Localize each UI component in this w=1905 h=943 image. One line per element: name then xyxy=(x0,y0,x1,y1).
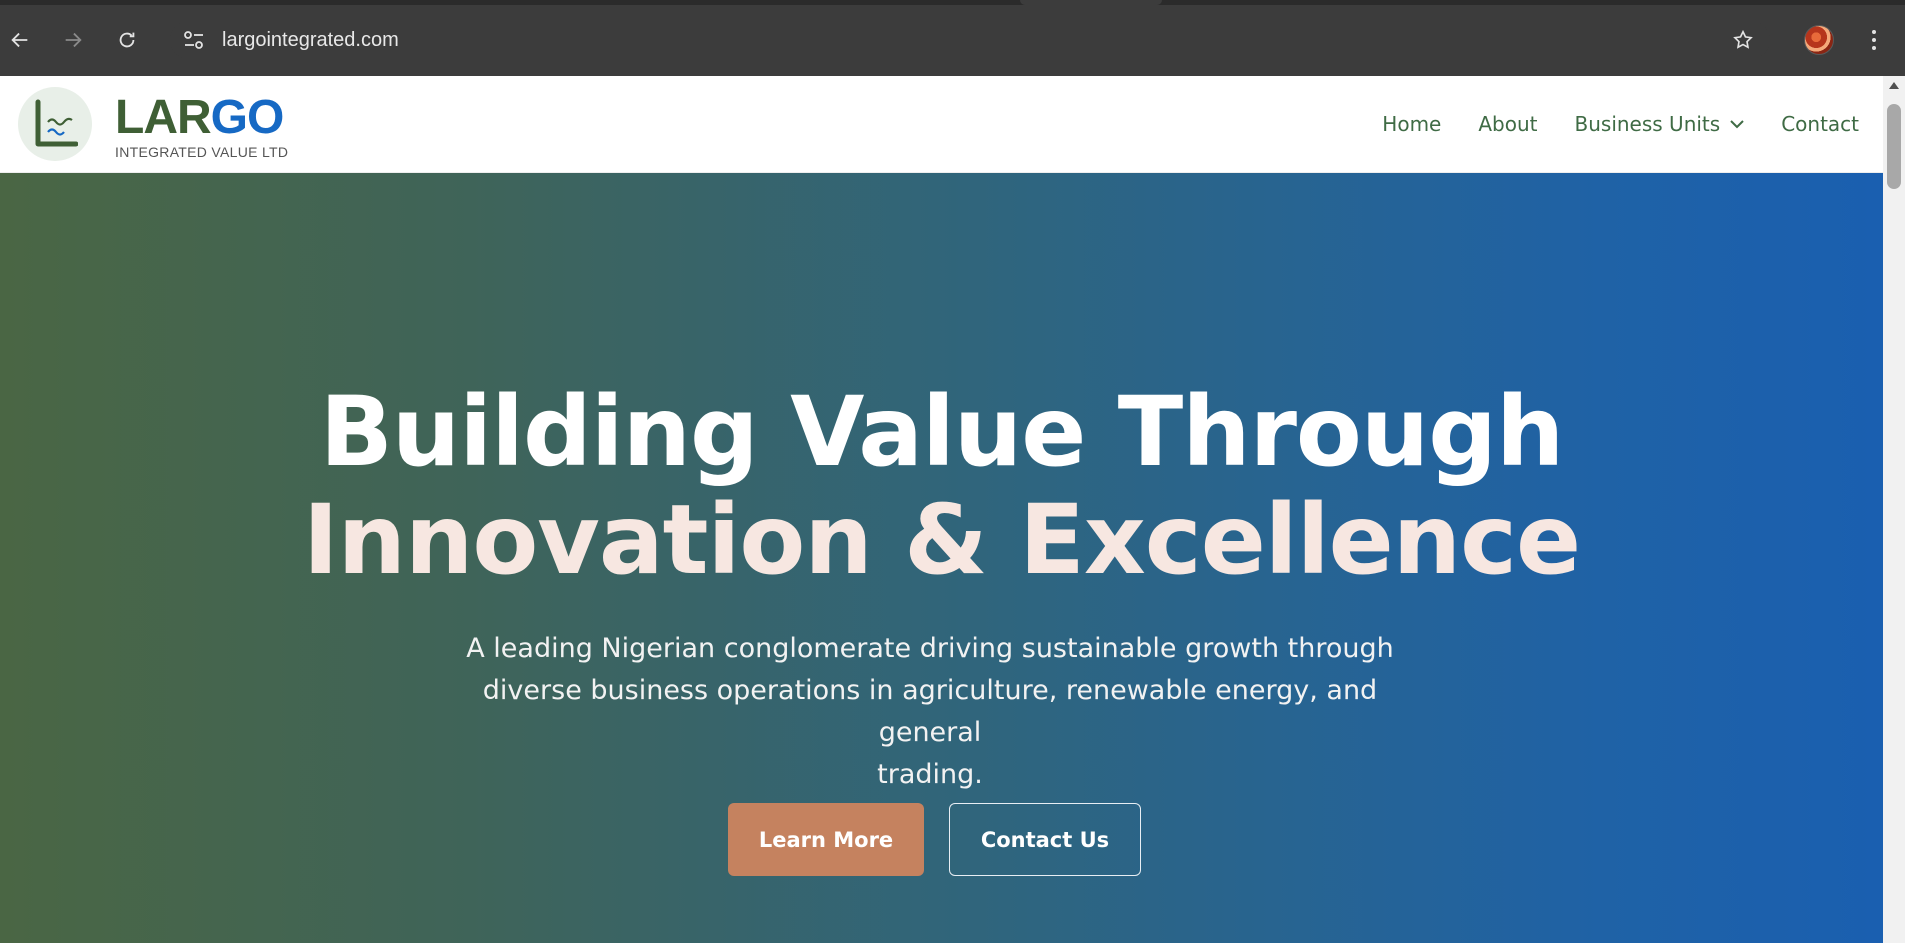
nav-about-label: About xyxy=(1478,112,1538,136)
hero-subtitle-line2: diverse business operations in agricultu… xyxy=(482,675,1378,748)
brand-logo[interactable]: LARGO INTEGRATED VALUE LTD xyxy=(115,94,289,161)
learn-more-button[interactable]: Learn More xyxy=(728,803,924,876)
brand-name-lar: LAR xyxy=(115,91,212,144)
page-viewport: LARGO INTEGRATED VALUE LTD Home About Bu… xyxy=(0,76,1883,943)
brand-name-go: GO xyxy=(210,91,285,144)
brand-tagline: INTEGRATED VALUE LTD xyxy=(115,144,289,160)
address-bar[interactable]: largointegrated.com xyxy=(170,21,1770,59)
more-vert-icon[interactable] xyxy=(1858,24,1890,56)
nav-home-label: Home xyxy=(1382,112,1442,136)
star-icon[interactable] xyxy=(1727,24,1759,56)
hero-title-line2: Innovation & Excellence xyxy=(302,484,1581,596)
hero-subtitle-line1: A leading Nigerian conglomerate driving … xyxy=(466,633,1394,664)
page-scrollbar[interactable] xyxy=(1883,76,1905,943)
scroll-up-arrow-icon[interactable] xyxy=(1889,82,1899,89)
reload-icon[interactable] xyxy=(111,24,143,56)
forward-arrow-icon[interactable] xyxy=(57,24,89,56)
site-header: LARGO INTEGRATED VALUE LTD Home About Bu… xyxy=(0,76,1883,173)
hero-subtitle: A leading Nigerian conglomerate driving … xyxy=(430,628,1430,796)
url-text[interactable]: largointegrated.com xyxy=(222,29,399,52)
brand-name: LARGO xyxy=(115,94,288,142)
hero-title-line1: Building Value Through xyxy=(319,376,1565,488)
contact-us-button[interactable]: Contact Us xyxy=(949,803,1141,876)
active-tab[interactable] xyxy=(1020,0,1162,5)
browser-toolbar: largointegrated.com xyxy=(0,0,1905,76)
hero-subtitle-line3: trading. xyxy=(877,759,983,790)
nav-business-units-label: Business Units xyxy=(1574,112,1721,136)
chevron-down-icon xyxy=(1730,120,1744,129)
nav-about[interactable]: About xyxy=(1478,112,1537,136)
nav-contact-label: Contact xyxy=(1781,112,1859,136)
main-nav: Home About Business Units Contact xyxy=(1345,112,1859,136)
site-info-icon[interactable] xyxy=(182,29,206,51)
nav-business-units[interactable]: Business Units xyxy=(1575,112,1745,136)
nav-home[interactable]: Home xyxy=(1382,112,1441,136)
hero-section: Building Value Through Innovation & Exce… xyxy=(0,173,1883,943)
scrollbar-thumb[interactable] xyxy=(1887,104,1901,189)
back-arrow-icon[interactable] xyxy=(4,24,36,56)
profile-avatar[interactable] xyxy=(1804,25,1834,55)
nav-contact[interactable]: Contact xyxy=(1781,112,1859,136)
logo-chart-icon[interactable] xyxy=(18,87,92,161)
tab-strip xyxy=(0,0,1905,5)
